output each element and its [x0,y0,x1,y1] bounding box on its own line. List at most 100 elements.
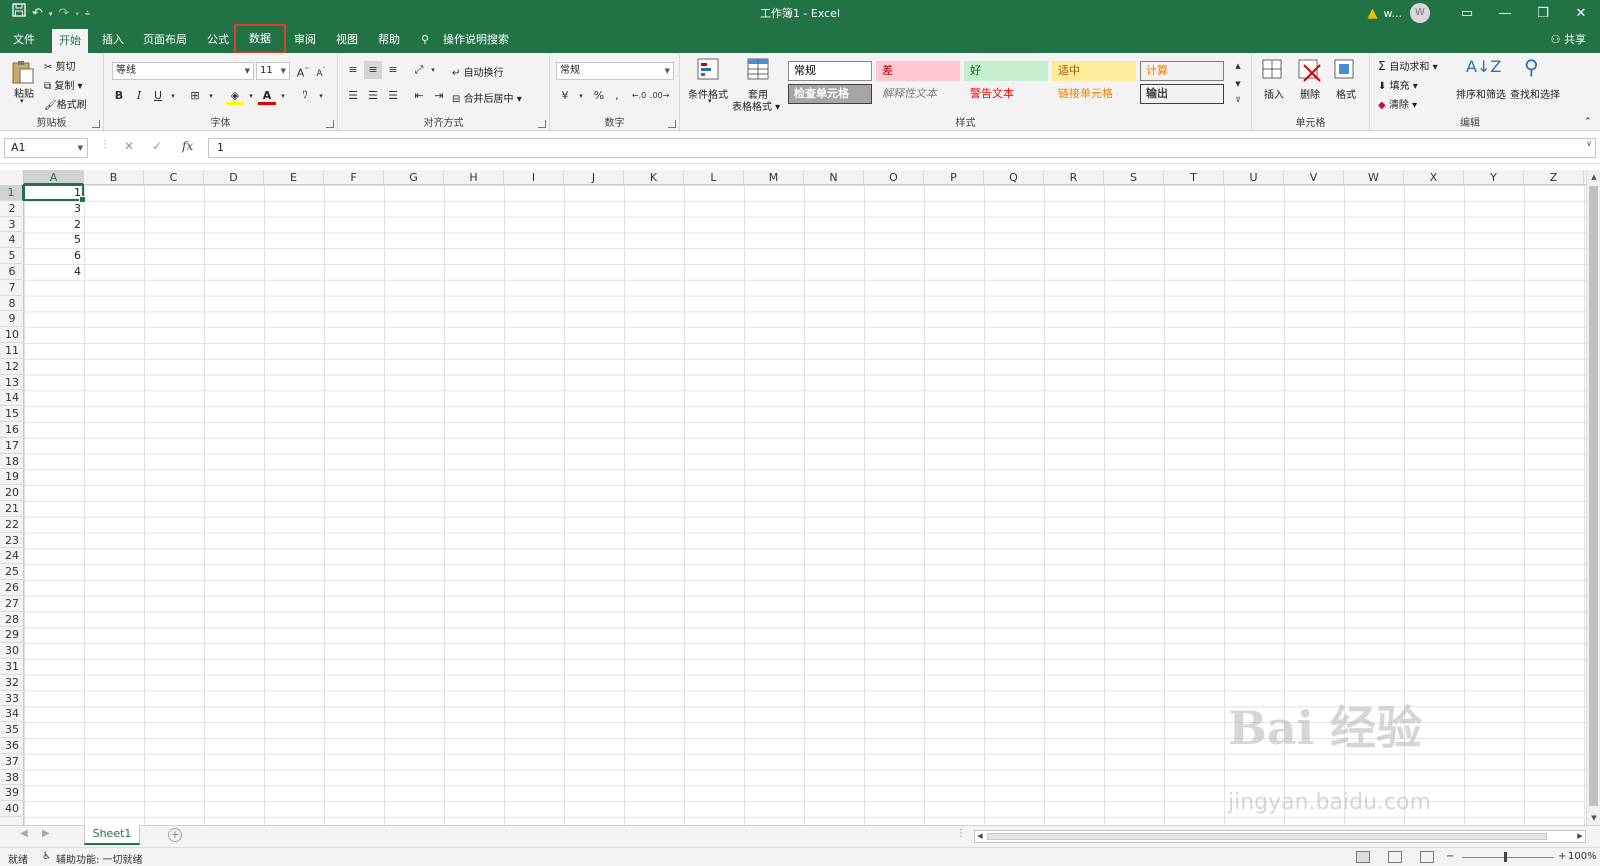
column-header-z[interactable]: Z [1524,170,1584,185]
column-header-g[interactable]: G [384,170,444,185]
paste-button[interactable]: 粘贴 [14,85,34,100]
cancel-icon[interactable]: ✕ [124,139,134,153]
row-header[interactable]: 10 [0,327,24,343]
italic-button[interactable]: I [130,87,148,105]
insert-cells-icon[interactable] [1260,57,1286,83]
format-as-table-button[interactable]: 表格格式 ▾ [732,98,780,113]
row-header[interactable]: 25 [0,564,24,580]
accessibility-icon[interactable]: ♿ [42,851,51,862]
decrease-indent-icon[interactable]: ⇤ [410,87,428,105]
row-header[interactable]: 9 [0,311,24,328]
tab-data[interactable]: 数据 [234,24,286,54]
row-header[interactable]: 33 [0,691,24,707]
style-good[interactable]: 好 [964,61,1048,81]
style-output[interactable]: 输出 [1140,84,1224,104]
align-center-icon[interactable]: ☰ [364,87,382,105]
row-header[interactable]: 27 [0,596,24,612]
column-header-e[interactable]: E [264,170,324,185]
tab-home[interactable]: 开始 [52,29,88,53]
tab-page-layout[interactable]: 页面布局 [140,26,190,53]
zoom-out-icon[interactable]: − [1446,851,1454,862]
row-header[interactable]: 35 [0,722,24,738]
zoom-in-icon[interactable]: + [1558,851,1566,862]
font-size-combo[interactable]: 11 ▼ [256,62,290,80]
select-all-corner[interactable] [0,170,24,185]
minimize-icon[interactable]: — [1486,6,1524,21]
accessibility-status[interactable]: 辅助功能: 一切就绪 [56,851,143,866]
scroll-right-icon[interactable]: ▶ [1575,831,1585,842]
autosum-button[interactable]: Σ 自动求和 ▾ [1378,58,1438,73]
column-header-b[interactable]: B [84,170,144,185]
collapse-ribbon-icon[interactable]: ⌃ [1584,117,1592,127]
column-header-o[interactable]: O [864,170,924,185]
row-header[interactable]: 3 [0,217,24,233]
border-dropdown-icon[interactable]: ▾ [202,87,220,105]
enter-icon[interactable]: ✓ [152,139,162,153]
row-header[interactable]: 15 [0,406,24,422]
row-header[interactable]: 6 [0,264,24,280]
column-header-y[interactable]: Y [1464,170,1524,185]
decrease-decimal-icon[interactable]: .00→ [650,87,669,105]
column-header-p[interactable]: P [924,170,984,185]
magnifier-icon[interactable]: ⚲ [1524,55,1550,81]
style-linked-cell[interactable]: 链接单元格 [1052,84,1136,104]
decrease-font-icon[interactable]: Aˇ [312,62,330,80]
page-break-view-icon[interactable] [1420,851,1434,863]
row-header[interactable]: 1 [0,185,24,201]
delete-button[interactable]: 删除 [1300,86,1320,101]
style-neutral[interactable]: 适中 [1052,61,1136,81]
number-format-combo[interactable]: 常规 ▼ [556,62,674,80]
zoom-slider-knob[interactable] [1504,852,1507,862]
formula-input[interactable]: 1 [208,138,1596,158]
column-header-k[interactable]: K [624,170,684,185]
paste-icon[interactable] [10,59,36,85]
column-header-h[interactable]: H [444,170,504,185]
find-select-button[interactable]: 查找和选择 [1510,86,1560,101]
cell-a3[interactable]: 2 [24,217,84,233]
row-header[interactable]: 37 [0,754,24,770]
row-header[interactable]: 29 [0,627,24,644]
column-header-l[interactable]: L [684,170,744,185]
copy-button[interactable]: ⧉ 复制 ▾ [44,77,83,92]
scroll-down-icon[interactable]: ▼ [1587,811,1600,825]
lightbulb-icon[interactable]: ⚲ [418,26,432,53]
align-bottom-icon[interactable]: ≡ [384,61,402,79]
vertical-scroll-thumb[interactable] [1589,186,1598,806]
row-header[interactable]: 39 [0,785,24,802]
format-painter-button[interactable]: 🖌格式刷 [44,96,87,111]
tab-review[interactable]: 审阅 [288,26,322,53]
cell-a2[interactable]: 3 [24,201,84,217]
column-header-u[interactable]: U [1224,170,1284,185]
normal-view-icon[interactable] [1356,851,1370,863]
align-middle-icon[interactable]: ≡ [364,61,382,79]
style-normal[interactable]: 常规 [788,61,872,81]
style-check-cell[interactable]: 检查单元格 [788,84,872,104]
sort-filter-icon[interactable]: A↓Z [1466,57,1501,83]
sheet-prev-icon[interactable]: ◀ [20,828,28,839]
column-header-w[interactable]: W [1344,170,1404,185]
cell-a6[interactable]: 4 [24,264,84,280]
row-header[interactable]: 8 [0,296,24,312]
row-header[interactable]: 7 [0,280,24,296]
conditional-formatting-icon[interactable] [696,57,722,83]
format-button[interactable]: 格式 [1336,86,1356,101]
column-header-n[interactable]: N [804,170,864,185]
align-left-icon[interactable]: ☰ [344,87,362,105]
row-header[interactable]: 34 [0,706,24,723]
insert-button[interactable]: 插入 [1264,86,1284,101]
column-header-j[interactable]: J [564,170,624,185]
style-calculation[interactable]: 计算 [1140,61,1224,81]
row-header[interactable]: 14 [0,390,24,407]
user-name[interactable]: w... [1384,7,1402,20]
cell-a4[interactable]: 5 [24,232,84,248]
comma-style-icon[interactable]: , [608,87,626,105]
column-header-m[interactable]: M [744,170,804,185]
name-box[interactable]: A1 ▼ [4,138,88,158]
row-header[interactable]: 11 [0,343,24,359]
warning-icon[interactable]: ▲ [1368,6,1378,21]
insert-function-button[interactable]: fx [182,139,193,153]
row-header[interactable]: 13 [0,375,24,391]
row-header[interactable]: 40 [0,801,24,817]
row-header[interactable]: 21 [0,501,24,517]
column-header-v[interactable]: V [1284,170,1344,185]
